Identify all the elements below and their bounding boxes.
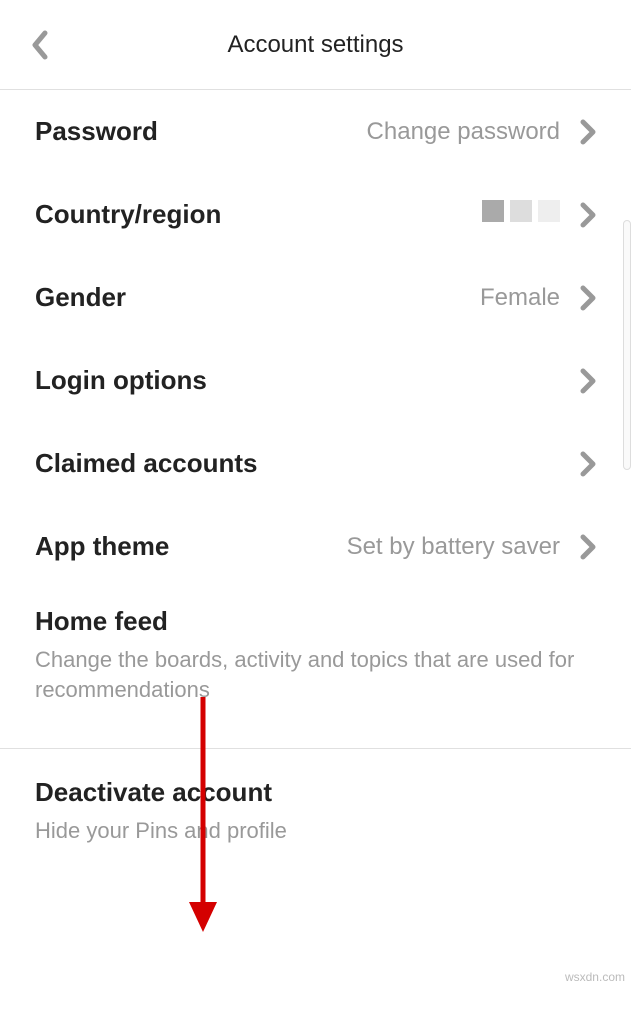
settings-list: Password Change password Country/region …	[0, 90, 631, 870]
setting-item-gender[interactable]: Gender Female	[0, 256, 631, 339]
setting-label: Login options	[35, 365, 580, 396]
chevron-right-icon	[580, 451, 596, 477]
page-title: Account settings	[55, 31, 576, 59]
section-desc: Change the boards, activity and topics t…	[35, 645, 596, 704]
chevron-right-icon	[580, 368, 596, 394]
section-desc: Hide your Pins and profile	[35, 816, 596, 846]
back-chevron-icon	[30, 30, 50, 60]
chevron-right-icon	[580, 119, 596, 145]
chevron-right-icon	[580, 285, 596, 311]
header: Account settings	[0, 0, 631, 90]
setting-item-app-theme[interactable]: App theme Set by battery saver	[0, 505, 631, 588]
section-title: Home feed	[35, 606, 596, 637]
setting-label: App theme	[35, 531, 347, 562]
section-title: Deactivate account	[35, 777, 596, 808]
redacted-block	[482, 200, 560, 222]
chevron-right-icon	[580, 202, 596, 228]
back-button[interactable]	[25, 30, 55, 60]
setting-item-home-feed[interactable]: Home feed Change the boards, activity an…	[0, 588, 631, 728]
setting-item-password[interactable]: Password Change password	[0, 90, 631, 173]
setting-item-login-options[interactable]: Login options	[0, 339, 631, 422]
setting-value: Change password	[367, 118, 560, 146]
scrollbar[interactable]	[623, 220, 631, 470]
setting-item-deactivate[interactable]: Deactivate account Hide your Pins and pr…	[0, 759, 631, 870]
setting-label: Gender	[35, 282, 480, 313]
setting-value: Set by battery saver	[347, 533, 560, 561]
chevron-right-icon	[580, 534, 596, 560]
setting-value: Female	[480, 284, 560, 312]
setting-item-claimed-accounts[interactable]: Claimed accounts	[0, 422, 631, 505]
setting-label: Claimed accounts	[35, 448, 580, 479]
divider	[0, 748, 631, 749]
setting-item-country[interactable]: Country/region	[0, 173, 631, 256]
watermark: wsxdn.com	[565, 970, 625, 984]
setting-label: Password	[35, 116, 367, 147]
setting-value-redacted	[482, 200, 560, 229]
setting-label: Country/region	[35, 199, 482, 230]
